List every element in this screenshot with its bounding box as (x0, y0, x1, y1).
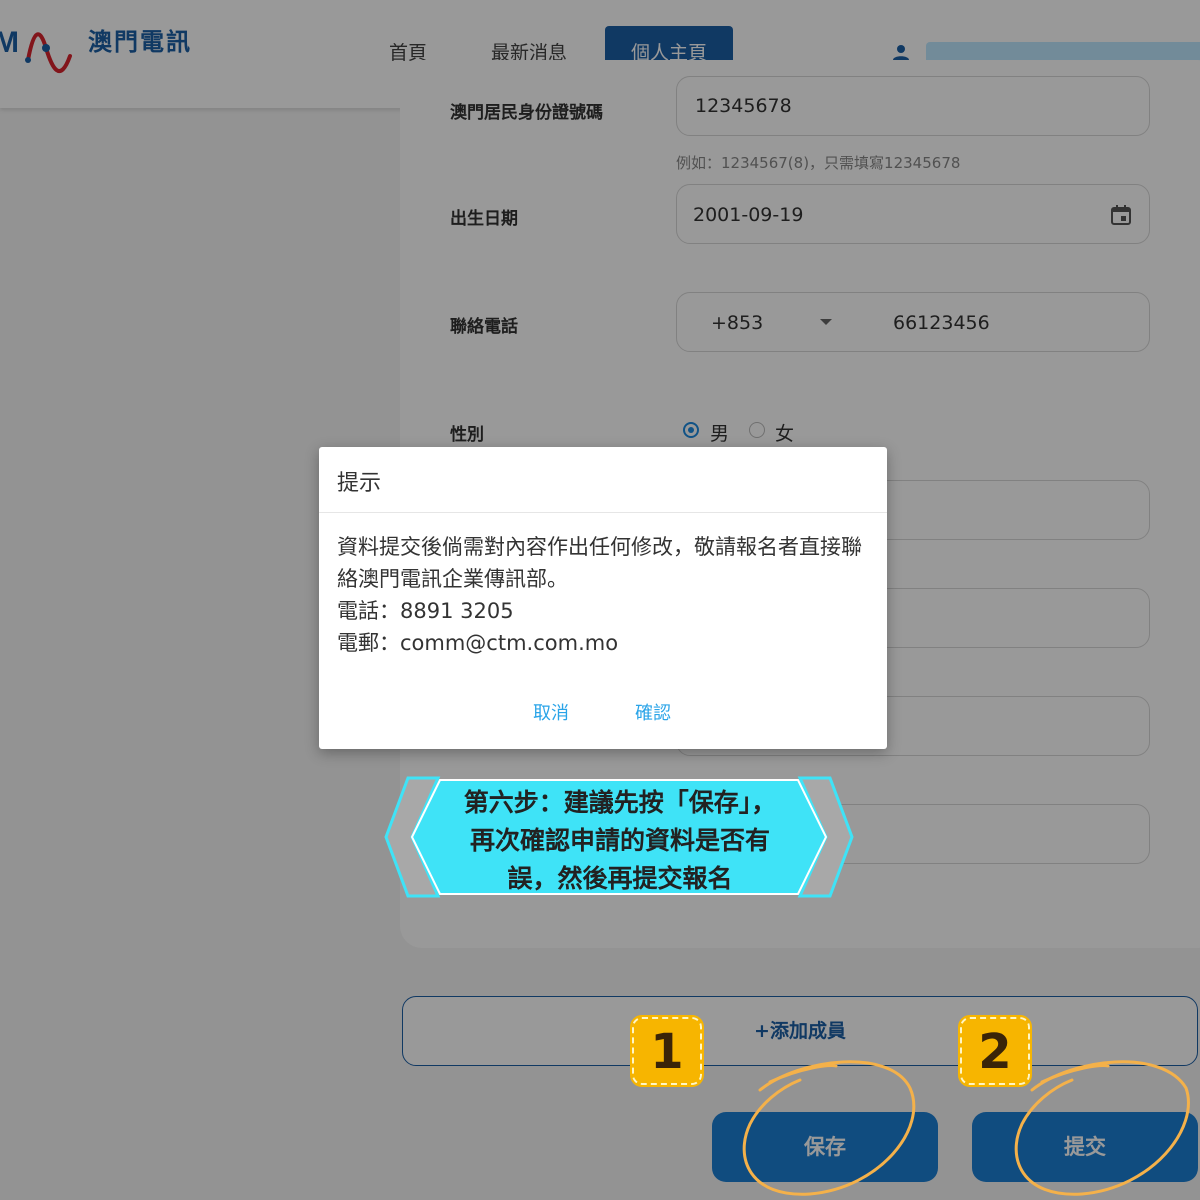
dialog-divider (319, 512, 887, 513)
submit-circle-annotation (1014, 1060, 1190, 1196)
save-circle-annotation (742, 1060, 916, 1196)
confirm-dialog: 提示 資料提交後倘需對內容作出任何修改，敬請報名者直接聯絡澳門電訊企業傳訊部。 … (319, 447, 887, 749)
dialog-message: 資料提交後倘需對內容作出任何修改，敬請報名者直接聯絡澳門電訊企業傳訊部。 (337, 535, 862, 591)
dialog-email: 電郵：comm@ctm.com.mo (337, 631, 619, 655)
dialog-confirm-button[interactable]: 確認 (635, 699, 671, 725)
step-callout-text: 第六步：建議先按「保存」， 再次確認申請的資料是否有 誤，然後再提交報名 (420, 784, 820, 898)
callout-line-2: 再次確認申請的資料是否有 (469, 826, 770, 855)
dialog-phone: 電話：8891 3205 (337, 599, 514, 623)
step-badge-1: 1 (630, 1015, 704, 1087)
callout-line-1: 第六步：建議先按「保存」， (463, 788, 777, 817)
callout-line-3: 誤，然後再提交報名 (507, 864, 733, 893)
dialog-cancel-button[interactable]: 取消 (533, 699, 569, 725)
dialog-body: 資料提交後倘需對內容作出任何修改，敬請報名者直接聯絡澳門電訊企業傳訊部。 電話：… (337, 531, 871, 659)
dialog-title: 提示 (337, 471, 382, 496)
